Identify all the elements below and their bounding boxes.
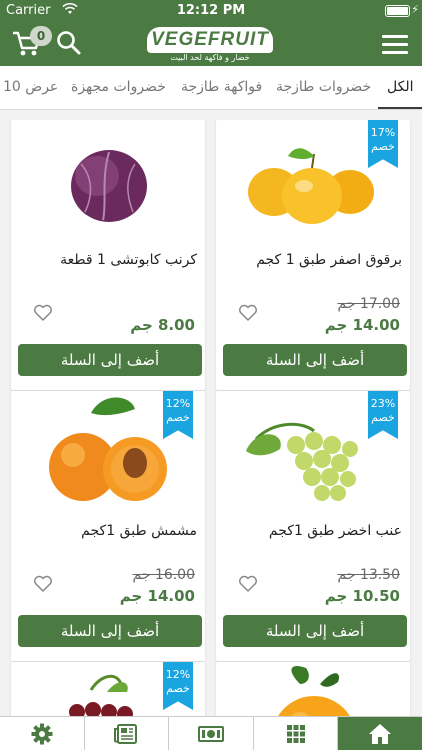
app-bar: 0 VEGEFRUIT خضار و فاكهة لحد البيت [0,22,422,66]
nav-home[interactable] [338,717,422,750]
old-price: 16.00 جم [132,567,195,583]
tab-fresh-vegetables[interactable]: خضروات طازجة [276,79,371,95]
home-icon [369,723,392,744]
nav-settings[interactable] [0,717,85,750]
bottom-navigation [0,716,422,750]
product-name: كرنب كابوتشى 1 قطعة [60,252,197,268]
favorite-heart-icon[interactable] [33,574,53,594]
clock: 12:12 PM [176,3,246,18]
tab-prepared-vegetables[interactable]: خضروات مجهزة [71,79,166,95]
logo-wordmark: VEGEFRUIT [147,27,273,53]
money-icon [197,725,224,742]
add-to-cart-button[interactable]: أضف إلى السلة [223,344,407,376]
category-tabs: الكل خضروات طازجة فواكهة طازجة خضروات مج… [0,66,422,110]
product-card[interactable]: 17% خصم برقوق اصفر طبق 1 كجم 17.00 جم 14.… [216,120,410,390]
favorite-heart-icon[interactable] [238,574,258,594]
product-image [278,665,350,716]
app-logo: VEGEFRUIT خضار و فاكهة لحد البيت [147,24,273,64]
product-image [71,150,147,222]
favorite-heart-icon[interactable] [33,303,53,323]
product-card[interactable]: 23% خصم عنب اخضر طبق 1كجم 13.50 جم 10.50 … [216,391,410,661]
product-card[interactable]: 12% خصم مشمش طبق 1كجم 16.00 جم 14.00 جم أ… [11,391,205,661]
search-icon [57,31,81,55]
charging-icon: ⚡ [411,3,419,16]
tab-fresh-fruits[interactable]: فواكهة طازجة [181,79,262,95]
add-to-cart-button[interactable]: أضف إلى السلة [18,615,202,647]
product-price: 14.00 جم [324,316,400,334]
product-card[interactable] [216,662,410,716]
cart-count-badge: 0 [30,26,52,46]
status-bar: Carrier 12:12 PM ⚡ [0,0,422,22]
news-icon [114,723,138,744]
battery-icon [385,5,410,17]
add-to-cart-button[interactable]: أضف إلى السلة [18,344,202,376]
product-card[interactable]: 12% خصم [11,662,205,716]
product-card[interactable]: كرنب كابوتشى 1 قطعة 8.00 جم أضف إلى السل… [11,120,205,390]
search-button[interactable] [56,30,82,56]
gear-icon [31,723,53,744]
favorite-heart-icon[interactable] [238,303,258,323]
menu-button[interactable] [382,35,408,55]
product-price: 14.00 جم [119,587,195,605]
old-price: 17.00 جم [337,296,400,312]
add-to-cart-button[interactable]: أضف إلى السلة [223,615,407,647]
logo-tagline: خضار و فاكهة لحد البيت [170,53,250,62]
nav-news[interactable] [85,717,170,750]
product-name: عنب اخضر طبق 1كجم [268,523,402,539]
product-name: مشمش طبق 1كجم [81,523,197,539]
product-name: برقوق اصفر طبق 1 كجم [256,252,402,268]
active-tab-indicator [378,107,422,109]
product-price: 10.50 جم [324,587,400,605]
product-grid: 17% خصم برقوق اصفر طبق 1 كجم 17.00 جم 14.… [0,110,422,716]
grid-icon [286,724,305,743]
nav-categories[interactable] [254,717,339,750]
nav-payments[interactable] [169,717,254,750]
tab-offers[interactable]: عرض 10 [3,79,58,95]
product-price: 8.00 جم [130,316,195,334]
old-price: 13.50 جم [337,567,400,583]
tab-all[interactable]: الكل [387,79,414,95]
